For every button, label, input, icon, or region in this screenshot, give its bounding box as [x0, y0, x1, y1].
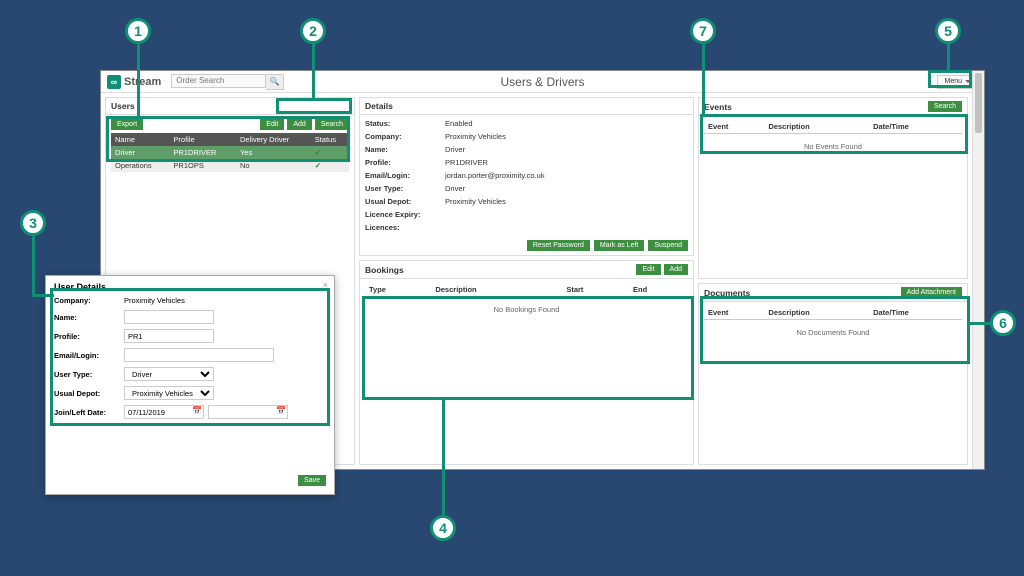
callout-line	[312, 44, 315, 100]
callout-1: 1	[125, 18, 151, 44]
user-details-dialog: × User Details Company: Proximity Vehicl…	[45, 275, 335, 495]
check-icon: ✓	[311, 146, 349, 159]
documents-title: Documents	[704, 288, 750, 298]
callout-line	[947, 44, 950, 72]
bookings-title: Bookings	[365, 265, 404, 275]
ud-name-input[interactable]	[124, 310, 214, 324]
users-col-profile: Profile	[169, 133, 236, 146]
callout-line	[32, 236, 35, 294]
ud-email-input[interactable]	[124, 348, 274, 362]
check-icon: ✓	[311, 159, 349, 172]
callout-line	[137, 44, 140, 124]
details-title: Details	[365, 101, 393, 111]
users-row[interactable]: Driver PR1DRIVER Yes ✓	[111, 146, 349, 159]
order-search-button[interactable]: 🔍	[266, 74, 284, 90]
ud-usual-depot-select[interactable]: Proximity Vehicles	[124, 386, 214, 400]
events-panel: Events Search Event Description Date/Tim…	[698, 97, 968, 279]
suspend-button[interactable]: Suspend	[648, 240, 688, 251]
app-header: ∞ Stream 🔍 Menu	[101, 71, 984, 93]
callout-5: 5	[935, 18, 961, 44]
users-table: Name Profile Delivery Driver Status Driv…	[111, 133, 349, 172]
order-search: 🔍	[171, 74, 284, 90]
add-attachment-button[interactable]: Add Attachment	[901, 287, 962, 298]
chevron-down-icon	[965, 80, 971, 83]
callout-6: 6	[990, 310, 1016, 336]
ud-user-type-select[interactable]: Driver	[124, 367, 214, 381]
brand-name: Stream	[124, 76, 161, 88]
reset-password-button[interactable]: Reset Password	[527, 240, 590, 251]
events-table: Event Description Date/Time	[704, 120, 962, 134]
callout-line	[32, 294, 54, 297]
callout-line	[970, 322, 992, 325]
bookings-edit-button[interactable]: Edit	[636, 264, 660, 275]
bookings-add-button[interactable]: Add	[664, 264, 688, 275]
users-col-name: Name	[111, 133, 169, 146]
col-mid: Details Status:Enabled Company:Proximity…	[359, 97, 694, 465]
calendar-icon[interactable]: 📅	[192, 406, 202, 415]
callout-3: 3	[20, 210, 46, 236]
users-row[interactable]: Operations PR1OPS No ✓	[111, 159, 349, 172]
callout-4: 4	[430, 515, 456, 541]
order-search-input[interactable]	[171, 74, 266, 88]
callout-7: 7	[690, 18, 716, 44]
ud-save-button[interactable]: Save	[298, 475, 326, 486]
users-add-button[interactable]: Add	[287, 119, 311, 130]
ud-profile-input[interactable]	[124, 329, 214, 343]
documents-table: Event Description Date/Time	[704, 306, 962, 320]
events-search-button[interactable]: Search	[928, 101, 962, 112]
details-panel: Details Status:Enabled Company:Proximity…	[359, 97, 694, 256]
users-search-button[interactable]: Search	[315, 119, 349, 130]
documents-panel: Documents Add Attachment Event Descripti…	[698, 283, 968, 465]
events-title: Events	[704, 102, 732, 112]
search-icon: 🔍	[270, 77, 280, 86]
brand-logo: ∞ Stream	[107, 75, 161, 89]
ud-company-value: Proximity Vehicles	[124, 296, 326, 305]
mark-as-left-button[interactable]: Mark as Left	[594, 240, 645, 251]
documents-empty: No Documents Found	[704, 320, 962, 345]
vertical-scrollbar[interactable]	[972, 71, 984, 469]
menu-label: Menu	[944, 78, 962, 85]
close-icon[interactable]: ×	[323, 280, 328, 290]
calendar-icon[interactable]: 📅	[276, 406, 286, 415]
bookings-table: Type Description Start End	[365, 283, 688, 297]
events-empty: No Events Found	[704, 134, 962, 159]
col-right: Events Search Event Description Date/Tim…	[698, 97, 968, 465]
callout-line	[702, 44, 705, 116]
users-col-delivery: Delivery Driver	[236, 133, 311, 146]
callout-line	[442, 400, 445, 516]
users-title: Users	[111, 101, 135, 111]
bookings-panel: Bookings Edit Add Type Description Start…	[359, 260, 694, 465]
users-edit-button[interactable]: Edit	[260, 119, 284, 130]
user-details-title: User Details	[54, 282, 326, 292]
logo-icon: ∞	[107, 75, 121, 89]
bookings-empty: No Bookings Found	[365, 297, 688, 322]
callout-2: 2	[300, 18, 326, 44]
users-col-status: Status	[311, 133, 349, 146]
